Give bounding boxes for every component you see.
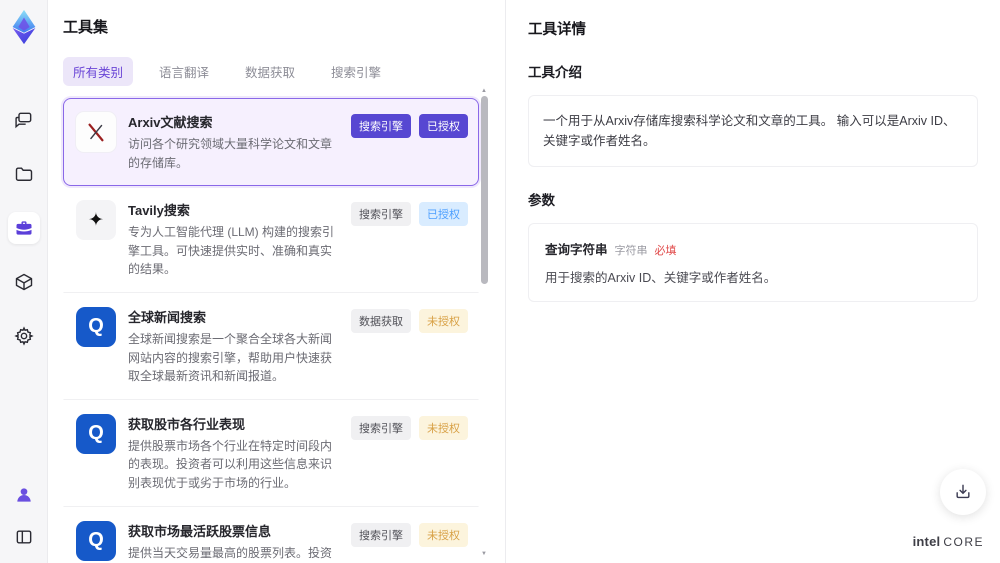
tool-card-global-news[interactable]: Q 全球新闻搜索 全球新闻搜索是一个聚合全球各大新闻网站内容的搜索引擎，帮助用户…: [63, 293, 479, 400]
collapse-panel-button[interactable]: [8, 521, 40, 553]
tool-card-active-stocks[interactable]: Q 获取市场最活跃股票信息 提供当天交易量最高的股票列表。投资者可以利用这些信息…: [63, 507, 479, 563]
tavily-logo-icon: ✦: [76, 200, 116, 241]
detail-title: 工具详情: [528, 22, 586, 38]
tab-language-translation[interactable]: 语言翻译: [149, 57, 219, 86]
avatar-icon: [16, 488, 31, 502]
tool-list-panel: 工具集 所有类别 语言翻译 数据获取 搜索引擎 Arxiv文献搜索 访问各个研究…: [48, 0, 505, 563]
arxiv-x-icon: [88, 123, 104, 142]
tool-detail-panel: 工具详情 工具介绍 一个用于从Arxiv存储库搜索科学论文和文章的工具。 输入可…: [505, 0, 1000, 563]
param-required-badge: 必填: [654, 245, 677, 257]
auth-status-badge: 未授权: [419, 308, 468, 333]
tool-intro-text: 一个用于从Arxiv存储库搜索科学论文和文章的工具。 输入可以是Arxiv ID…: [528, 95, 978, 167]
param-item: 查询字符串 字符串 必填 用于搜索的Arxiv ID、关键字或作者姓名。: [528, 223, 978, 302]
auth-status-badge: 未授权: [419, 415, 468, 440]
tab-all-categories[interactable]: 所有类别: [63, 57, 134, 86]
tool-description: 全球新闻搜索是一个聚合全球各大新闻网站内容的搜索引擎，帮助用户快速获取全球最新资…: [128, 331, 333, 384]
auth-status-badge: 已授权: [419, 114, 468, 138]
list-scrollbar[interactable]: ▲ ▼: [480, 88, 489, 557]
category-badge: 搜索引擎: [351, 415, 411, 440]
page-title: 工具集: [63, 19, 109, 36]
tool-name: 获取市场最活跃股票信息: [128, 523, 272, 539]
tool-card-tavily[interactable]: ✦ Tavily搜索 专为人工智能代理 (LLM) 构建的搜索引擎工具。可快速提…: [63, 186, 479, 293]
sidebar-item-models[interactable]: [8, 266, 40, 298]
brand-intel: intel: [912, 534, 941, 549]
category-badge: 搜索引擎: [351, 114, 411, 138]
params-section-title: 参数: [528, 193, 555, 208]
intro-section-title: 工具介绍: [528, 65, 582, 80]
arxiv-logo-icon: [76, 112, 116, 152]
sidebar-item-chat[interactable]: [8, 104, 40, 136]
chat-icon: [14, 112, 31, 129]
tool-description: 提供股票市场各个行业在特定时间段内的表现。投资者可以利用这些信息来识别表现优于或…: [128, 438, 333, 490]
tab-data-acquisition[interactable]: 数据获取: [235, 57, 305, 86]
auth-status-badge: 未授权: [419, 522, 468, 547]
download-button[interactable]: [940, 469, 986, 515]
app-logo-icon: [12, 9, 35, 45]
tool-name: Tavily搜索: [128, 203, 190, 219]
category-badge: 搜索引擎: [351, 522, 411, 547]
param-name: 查询字符串: [545, 243, 608, 257]
tool-description: 提供当天交易量最高的股票列表。投资者可以利用这些信息来识别流动性强的股票和潜在的…: [128, 545, 333, 560]
left-sidebar: [0, 0, 48, 563]
app-window: 工具集 所有类别 语言翻译 数据获取 搜索引擎 Arxiv文献搜索 访问各个研究…: [0, 0, 1000, 563]
tool-name: 获取股市各行业表现: [128, 416, 246, 432]
scroll-up-icon[interactable]: ▲: [481, 88, 487, 94]
panel-toggle-icon: [16, 530, 31, 544]
tab-search-engine[interactable]: 搜索引擎: [321, 57, 391, 86]
brand-core: CORE: [943, 535, 984, 549]
sidebar-item-files[interactable]: [8, 158, 40, 190]
sidebar-nav: [7, 104, 40, 352]
sparkle-star-icon: ✦: [88, 209, 104, 231]
tool-description: 专为人工智能代理 (LLM) 构建的搜索引擎工具。可快速提供实时、准确和真实的结…: [128, 225, 335, 277]
param-description: 用于搜索的Arxiv ID、关键字或作者姓名。: [545, 271, 777, 285]
toolbox-icon: [16, 221, 31, 235]
intel-core-logo: intel CORE: [913, 534, 984, 549]
cube-icon: [15, 273, 32, 291]
category-badge: 数据获取: [351, 308, 411, 333]
scrollbar-thumb[interactable]: [481, 96, 488, 284]
scroll-down-icon[interactable]: ▼: [481, 551, 487, 557]
auth-status-badge: 已授权: [419, 202, 468, 227]
sidebar-item-tools[interactable]: [7, 212, 40, 244]
tool-card-stock-sector[interactable]: Q 获取股市各行业表现 提供股票市场各个行业在特定时间段内的表现。投资者可以利用…: [63, 400, 479, 507]
tool-description: 访问各个研究领域大量科学论文和文章的存储库。: [128, 137, 333, 170]
tool-card-arxiv[interactable]: Arxiv文献搜索 访问各个研究领域大量科学论文和文章的存储库。 搜索引擎 已授…: [63, 98, 479, 187]
category-badge: 搜索引擎: [351, 202, 411, 227]
q-logo-icon: Q: [76, 413, 116, 454]
download-icon: [956, 484, 970, 499]
gear-icon: [13, 326, 34, 346]
tool-card-list: Arxiv文献搜索 访问各个研究领域大量科学论文和文章的存储库。 搜索引擎 已授…: [63, 98, 479, 563]
tool-name: Arxiv文献搜索: [128, 115, 213, 130]
category-tabs: 所有类别 语言翻译 数据获取 搜索引擎: [63, 57, 479, 86]
user-avatar[interactable]: [8, 479, 40, 511]
q-logo-icon: Q: [76, 306, 116, 347]
sidebar-item-settings[interactable]: [8, 320, 40, 352]
tool-name: 全球新闻搜索: [128, 309, 207, 325]
param-type: 字符串: [614, 245, 648, 257]
sidebar-bottom: [8, 479, 40, 553]
q-logo-icon: Q: [76, 520, 116, 561]
folder-icon: [15, 167, 32, 181]
